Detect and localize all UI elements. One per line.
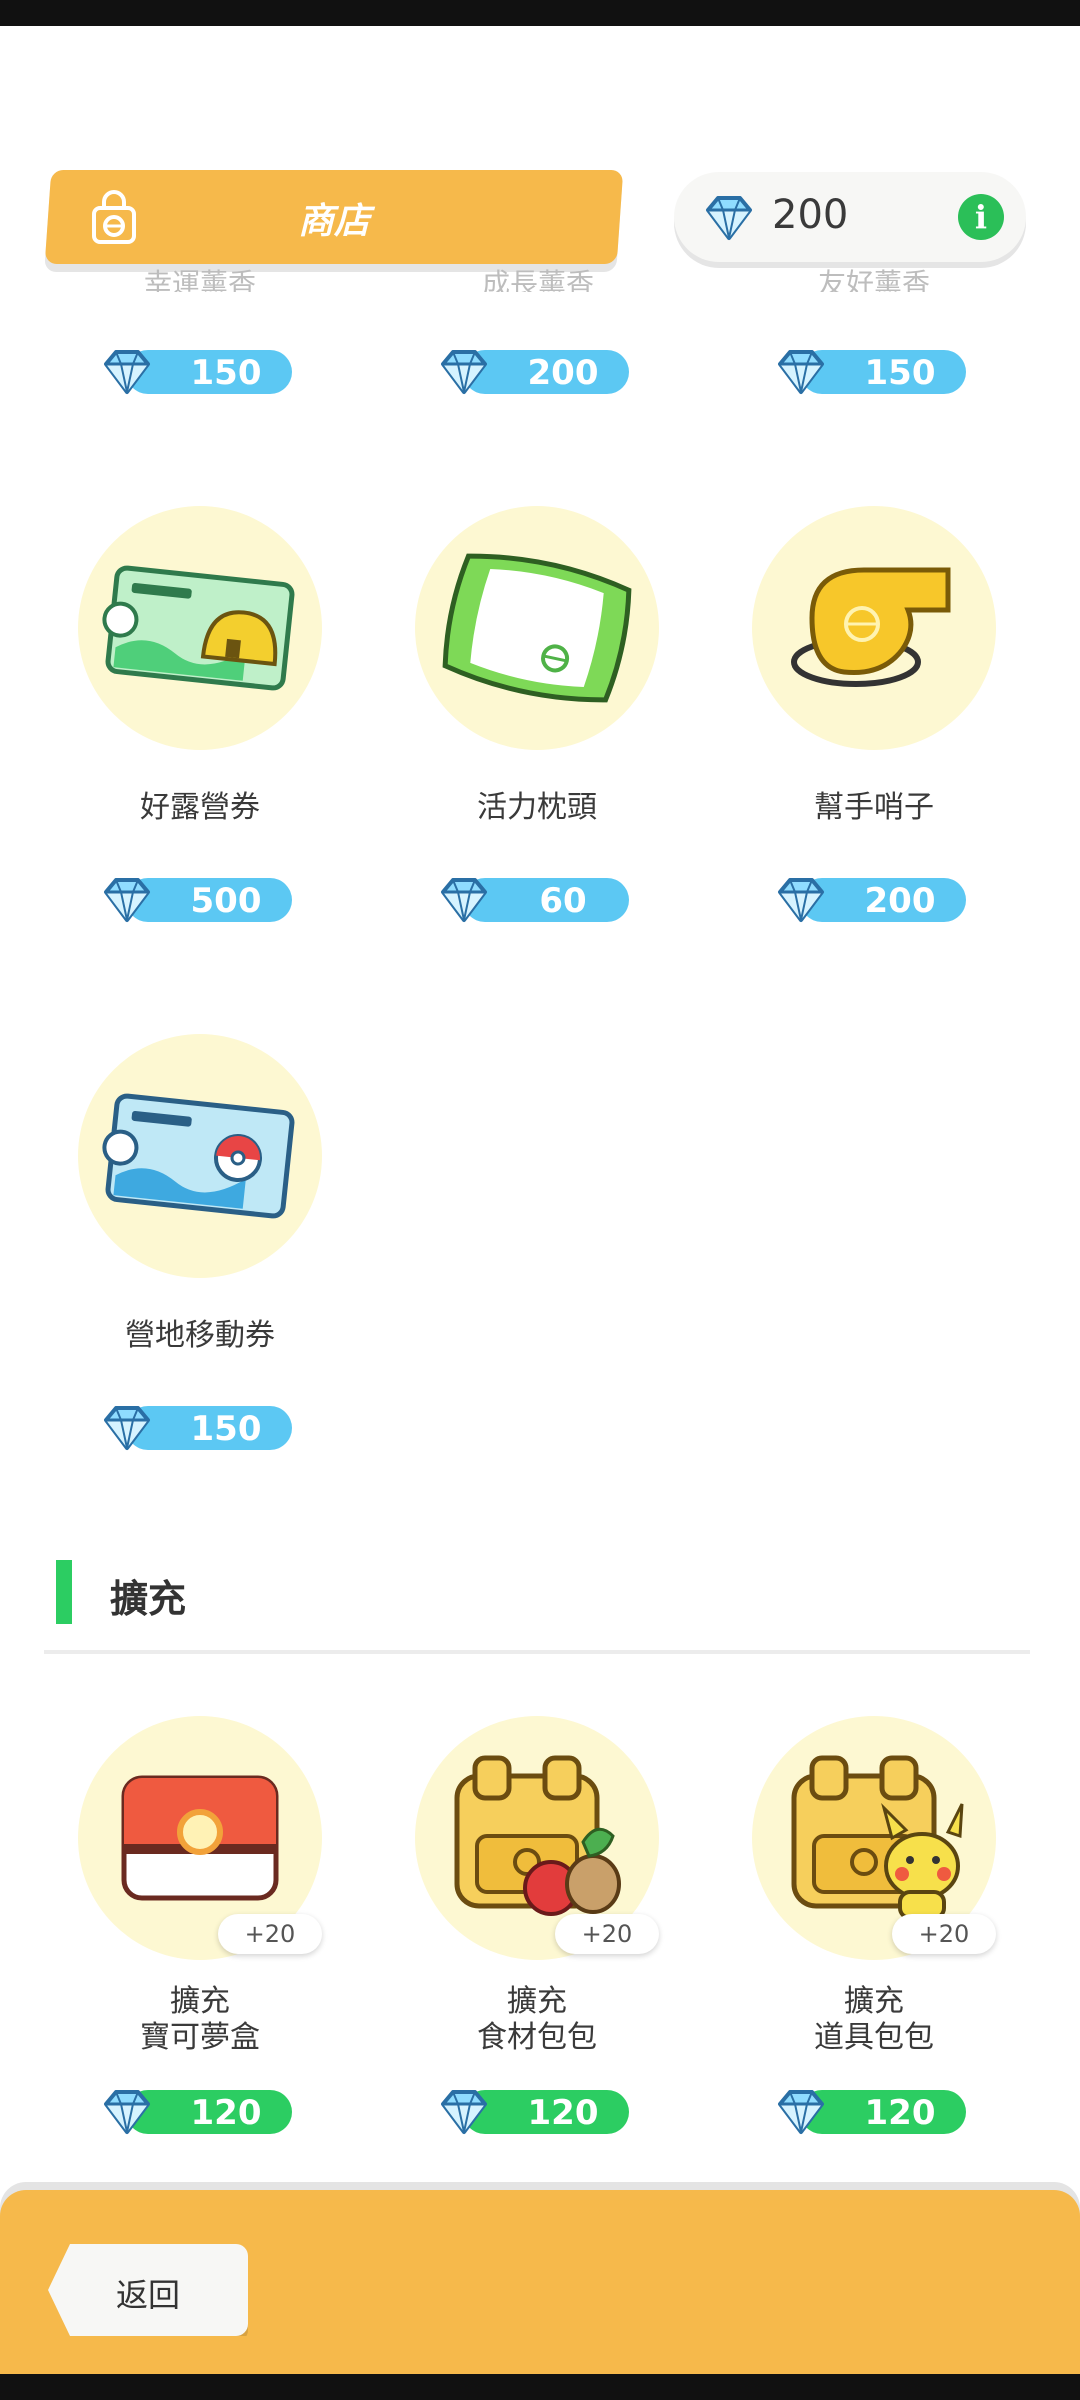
section-accent-bar bbox=[56, 1560, 72, 1624]
price-value: 150 bbox=[190, 1409, 262, 1449]
price-button[interactable]: 500 bbox=[100, 876, 292, 924]
price-value: 200 bbox=[527, 353, 599, 393]
price-button[interactable]: 120 bbox=[437, 2088, 629, 2136]
price-button[interactable]: 200 bbox=[774, 876, 966, 924]
item-card-camp-move-ticket[interactable] bbox=[78, 1034, 322, 1278]
gem-balance-value: 200 bbox=[772, 192, 849, 238]
item-name: 成長薰香 bbox=[481, 267, 594, 292]
item-name: 好露營券 bbox=[140, 790, 260, 825]
info-icon[interactable]: i bbox=[958, 194, 1004, 240]
diamond-gem-icon bbox=[441, 878, 487, 922]
item-name: 營地移動券 bbox=[125, 1318, 275, 1353]
gem-balance-counter: 200 i bbox=[674, 172, 1026, 262]
diamond-gem-icon bbox=[104, 878, 150, 922]
section-title: 擴充 bbox=[110, 1577, 187, 1621]
item-name: 活力枕頭 bbox=[477, 790, 597, 825]
price-value: 60 bbox=[539, 881, 587, 921]
item-name: 幸運薰香 bbox=[143, 267, 256, 292]
diamond-gem-icon bbox=[104, 1406, 150, 1450]
price-value: 120 bbox=[190, 2093, 262, 2133]
footer-bar: 返回 bbox=[0, 2190, 1080, 2374]
diamond-gem-icon bbox=[441, 2090, 487, 2134]
diamond-gem-icon bbox=[104, 350, 150, 394]
price-value: 500 bbox=[190, 881, 262, 921]
price-button[interactable]: 150 bbox=[100, 1404, 292, 1452]
back-button-label: 返回 bbox=[115, 2276, 180, 2314]
item-name-line: 擴充 bbox=[170, 1984, 230, 2019]
price-button[interactable]: 200 bbox=[437, 348, 629, 396]
diamond-gem-icon bbox=[441, 350, 487, 394]
price-value: 150 bbox=[190, 353, 262, 393]
pillow-icon bbox=[442, 553, 632, 703]
system-nav-bar bbox=[0, 2374, 1080, 2400]
capacity-badge: +20 bbox=[218, 1914, 322, 1954]
item-card-camp-ticket[interactable] bbox=[78, 506, 322, 750]
diamond-gem-icon bbox=[778, 2090, 824, 2134]
item-name: 友好薰香 bbox=[817, 267, 930, 292]
diamond-gem-icon bbox=[778, 878, 824, 922]
price-button[interactable]: 120 bbox=[100, 2088, 292, 2136]
item-name: 幫手哨子 bbox=[814, 790, 934, 825]
back-button[interactable]: 返回 bbox=[48, 2244, 248, 2336]
capacity-badge: +20 bbox=[892, 1914, 996, 1954]
item-name: 擴充 寶可夢盒 bbox=[40, 1984, 360, 2056]
price-value: 200 bbox=[864, 881, 936, 921]
diamond-gem-icon bbox=[706, 196, 752, 240]
item-name-line: 擴充 bbox=[507, 1984, 567, 2019]
shop-header-tab: 商店 bbox=[44, 170, 624, 264]
diamond-gem-icon bbox=[104, 2090, 150, 2134]
diamond-gem-icon bbox=[778, 350, 824, 394]
price-button[interactable]: 120 bbox=[774, 2088, 966, 2136]
status-bar bbox=[0, 0, 1080, 26]
item-card-energy-pillow[interactable] bbox=[415, 506, 659, 750]
ticket-icon bbox=[102, 1093, 295, 1219]
item-card-expand-ingredient-bag[interactable]: +20 bbox=[415, 1716, 659, 1960]
item-card-expand-box[interactable]: +20 bbox=[78, 1716, 322, 1960]
price-button[interactable]: 150 bbox=[100, 348, 292, 396]
price-value: 120 bbox=[527, 2093, 599, 2133]
price-button[interactable]: 150 bbox=[774, 348, 966, 396]
item-name: 擴充 食材包包 bbox=[377, 1984, 697, 2056]
item-name-line: 寶可夢盒 bbox=[140, 2020, 260, 2055]
price-value: 120 bbox=[864, 2093, 936, 2133]
capacity-badge: +20 bbox=[555, 1914, 659, 1954]
item-name-line: 擴充 bbox=[844, 1984, 904, 2019]
item-name: 擴充 道具包包 bbox=[714, 1984, 1034, 2056]
item-card-expand-item-bag[interactable]: +20 bbox=[752, 1716, 996, 1960]
price-button[interactable]: 60 bbox=[437, 876, 629, 924]
page-title: 商店 bbox=[297, 201, 370, 242]
item-name-line: 食材包包 bbox=[477, 2020, 597, 2055]
item-name-line: 道具包包 bbox=[814, 2020, 934, 2055]
section-divider bbox=[44, 1650, 1030, 1654]
item-card-helper-whistle[interactable] bbox=[752, 506, 996, 750]
ticket-icon bbox=[102, 565, 295, 691]
price-value: 150 bbox=[864, 353, 936, 393]
whistle-icon bbox=[791, 567, 951, 687]
